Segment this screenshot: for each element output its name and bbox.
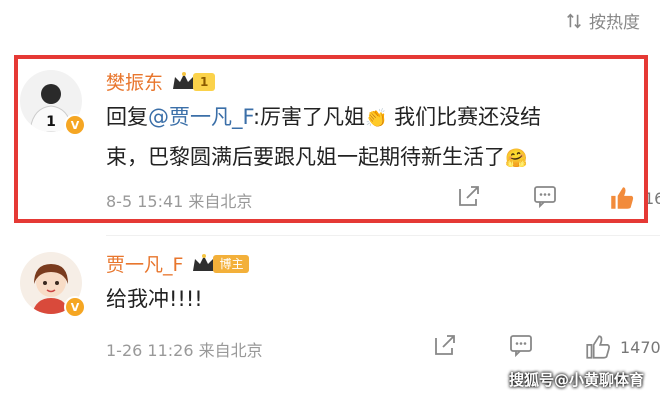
divider <box>106 235 660 236</box>
comment-text: 给我冲!!!! <box>106 287 203 311</box>
reply-button[interactable] <box>508 332 534 362</box>
verified-icon: V <box>64 296 86 318</box>
comment-meta: 1-26 11:26 来自北京 <box>106 341 263 360</box>
share-icon <box>435 335 455 355</box>
sort-icon <box>567 13 581 28</box>
share-button[interactable] <box>432 332 458 362</box>
watermark: 搜狐号@小黄聊体育 <box>508 371 644 389</box>
host-label: 博主 <box>213 254 250 273</box>
sort-label: 按热度 <box>589 13 640 33</box>
comment-icon <box>510 335 532 358</box>
thumbs-up-icon <box>586 335 610 359</box>
comment-username[interactable]: 贾一凡_F <box>106 250 183 277</box>
highlight-frame <box>14 55 648 223</box>
like-count: 1470 <box>620 337 660 357</box>
sort-by-hot-button[interactable]: 按热度 <box>565 8 640 33</box>
host-badge: 博主 <box>191 253 250 275</box>
like-button[interactable]: 1470 <box>584 333 660 361</box>
